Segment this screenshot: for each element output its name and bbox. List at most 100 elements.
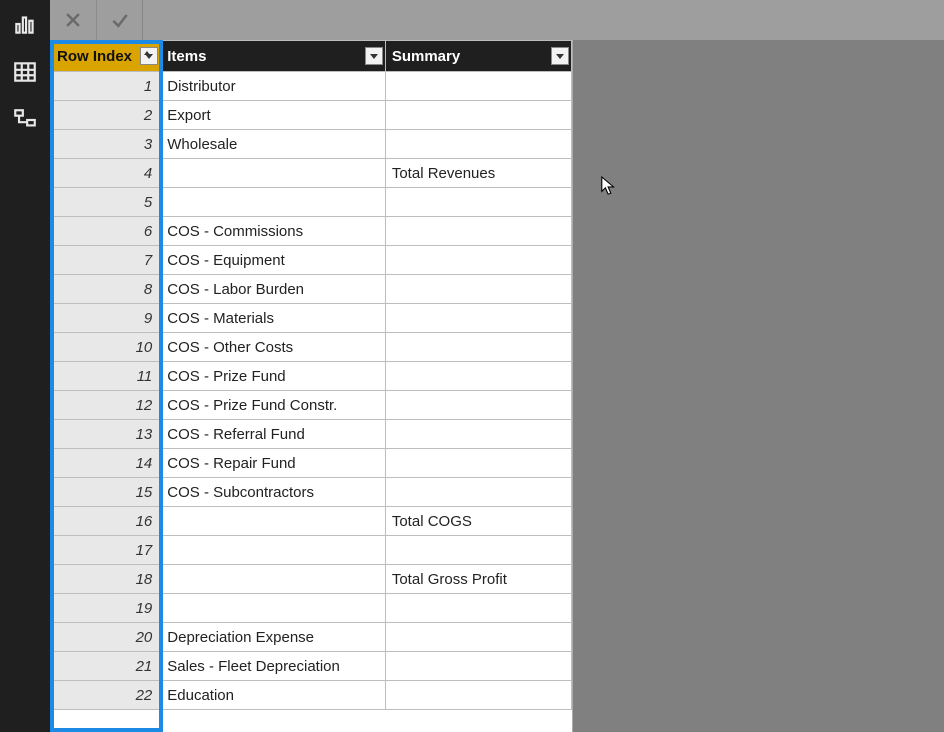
cell-summary[interactable] [385, 623, 571, 652]
table-row[interactable]: 3Wholesale [51, 130, 572, 159]
table-row[interactable]: 9COS - Materials [51, 304, 572, 333]
cell-items[interactable]: Wholesale [161, 130, 386, 159]
table-row[interactable]: 13COS - Referral Fund [51, 420, 572, 449]
cell-row-index[interactable]: 21 [51, 652, 161, 681]
cell-items[interactable] [161, 507, 386, 536]
cell-row-index[interactable]: 5 [51, 188, 161, 217]
data-view-icon[interactable] [11, 58, 39, 86]
cell-items[interactable]: Distributor [161, 72, 386, 101]
cell-items[interactable]: COS - Labor Burden [161, 275, 386, 304]
cell-row-index[interactable]: 10 [51, 333, 161, 362]
cell-row-index[interactable]: 1 [51, 72, 161, 101]
formula-commit-button[interactable] [96, 0, 142, 40]
cell-summary[interactable]: Total COGS [385, 507, 571, 536]
cell-items[interactable]: Sales - Fleet Depreciation [161, 652, 386, 681]
cell-summary[interactable] [385, 217, 571, 246]
cell-row-index[interactable]: 3 [51, 130, 161, 159]
cell-row-index[interactable]: 4 [51, 159, 161, 188]
cell-row-index[interactable]: 6 [51, 217, 161, 246]
cell-items[interactable]: COS - Materials [161, 304, 386, 333]
cell-items[interactable]: COS - Other Costs [161, 333, 386, 362]
cell-items[interactable]: COS - Repair Fund [161, 449, 386, 478]
table-row[interactable]: 14COS - Repair Fund [51, 449, 572, 478]
column-header-items[interactable]: Items [161, 41, 386, 72]
table-row[interactable]: 2Export [51, 101, 572, 130]
cell-row-index[interactable]: 17 [51, 536, 161, 565]
cell-items[interactable]: Depreciation Expense [161, 623, 386, 652]
dropdown-icon[interactable] [365, 47, 383, 65]
table-row[interactable]: 12COS - Prize Fund Constr. [51, 391, 572, 420]
cell-summary[interactable] [385, 246, 571, 275]
cell-row-index[interactable]: 7 [51, 246, 161, 275]
cell-row-index[interactable]: 16 [51, 507, 161, 536]
cell-row-index[interactable]: 2 [51, 101, 161, 130]
cell-items[interactable]: Education [161, 681, 386, 710]
cell-summary[interactable] [385, 681, 571, 710]
cell-summary[interactable] [385, 275, 571, 304]
table-row[interactable]: 17 [51, 536, 572, 565]
cell-summary[interactable] [385, 449, 571, 478]
cell-items[interactable]: COS - Equipment [161, 246, 386, 275]
table-row[interactable]: 19 [51, 594, 572, 623]
cell-row-index[interactable]: 12 [51, 391, 161, 420]
cell-row-index[interactable]: 19 [51, 594, 161, 623]
cell-items[interactable]: COS - Prize Fund [161, 362, 386, 391]
cell-row-index[interactable]: 8 [51, 275, 161, 304]
cell-items[interactable] [161, 188, 386, 217]
table-row[interactable]: 18 Total Gross Profit [51, 565, 572, 594]
cell-summary[interactable] [385, 536, 571, 565]
table-row[interactable]: 15COS - Subcontractors [51, 478, 572, 507]
formula-input[interactable] [143, 6, 934, 34]
column-header-row-index[interactable]: Row Index [51, 41, 161, 72]
report-view-icon[interactable] [11, 10, 39, 38]
cell-items[interactable]: COS - Prize Fund Constr. [161, 391, 386, 420]
cell-row-index[interactable]: 15 [51, 478, 161, 507]
cell-items[interactable] [161, 536, 386, 565]
model-view-icon[interactable] [11, 106, 39, 134]
cell-summary[interactable] [385, 130, 571, 159]
sort-asc-dropdown-icon[interactable] [140, 47, 158, 65]
cell-summary[interactable]: Total Revenues [385, 159, 571, 188]
table-row[interactable]: 1Distributor [51, 72, 572, 101]
table-row[interactable]: 8COS - Labor Burden [51, 275, 572, 304]
cell-summary[interactable] [385, 594, 571, 623]
cell-summary[interactable] [385, 333, 571, 362]
cell-row-index[interactable]: 18 [51, 565, 161, 594]
cell-summary[interactable] [385, 478, 571, 507]
cell-summary[interactable] [385, 101, 571, 130]
cell-row-index[interactable]: 22 [51, 681, 161, 710]
cell-summary[interactable] [385, 188, 571, 217]
column-header-summary[interactable]: Summary [385, 41, 571, 72]
data-grid[interactable]: Row Index Items Summary 1Distributor2Exp… [50, 40, 573, 732]
cell-items[interactable]: COS - Subcontractors [161, 478, 386, 507]
cell-row-index[interactable]: 14 [51, 449, 161, 478]
cell-summary[interactable] [385, 652, 571, 681]
table-row[interactable]: 11COS - Prize Fund [51, 362, 572, 391]
table-row[interactable]: 21Sales - Fleet Depreciation [51, 652, 572, 681]
cell-items[interactable]: Export [161, 101, 386, 130]
table-row[interactable]: 7COS - Equipment [51, 246, 572, 275]
cell-row-index[interactable]: 9 [51, 304, 161, 333]
table-row[interactable]: 10COS - Other Costs [51, 333, 572, 362]
cell-summary[interactable] [385, 362, 571, 391]
dropdown-icon[interactable] [551, 47, 569, 65]
cell-row-index[interactable]: 20 [51, 623, 161, 652]
cell-row-index[interactable]: 13 [51, 420, 161, 449]
cell-summary[interactable] [385, 391, 571, 420]
cell-row-index[interactable]: 11 [51, 362, 161, 391]
cell-items[interactable] [161, 159, 386, 188]
cell-items[interactable] [161, 594, 386, 623]
cell-items[interactable]: COS - Referral Fund [161, 420, 386, 449]
table-row[interactable]: 22Education [51, 681, 572, 710]
table-row[interactable]: 4 Total Revenues [51, 159, 572, 188]
formula-cancel-button[interactable] [50, 0, 96, 40]
cell-items[interactable]: COS - Commissions [161, 217, 386, 246]
table-row[interactable]: 20Depreciation Expense [51, 623, 572, 652]
cell-items[interactable] [161, 565, 386, 594]
table-row[interactable]: 16 Total COGS [51, 507, 572, 536]
cell-summary[interactable] [385, 420, 571, 449]
cell-summary[interactable] [385, 72, 571, 101]
cell-summary[interactable]: Total Gross Profit [385, 565, 571, 594]
cell-summary[interactable] [385, 304, 571, 333]
table-row[interactable]: 6COS - Commissions [51, 217, 572, 246]
